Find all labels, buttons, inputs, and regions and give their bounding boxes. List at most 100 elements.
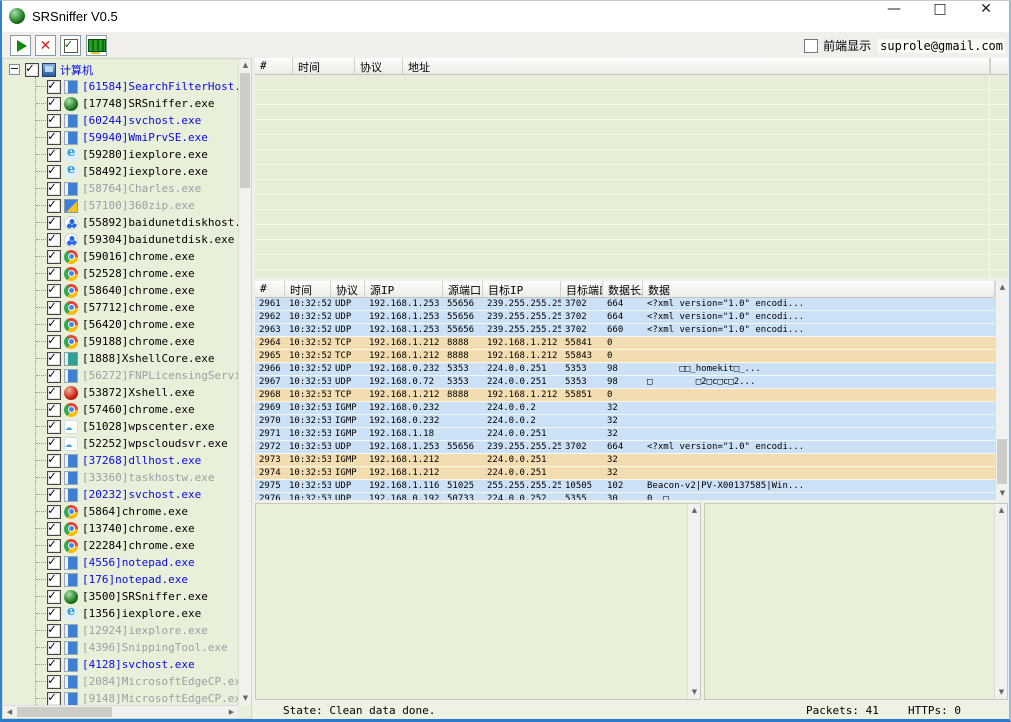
tree-item-row[interactable]: [56420]chrome.exe	[3, 316, 238, 333]
scroll-right-icon[interactable]: ▶	[225, 706, 238, 719]
tree-checkbox[interactable]	[47, 80, 61, 94]
tree-checkbox[interactable]	[47, 148, 61, 162]
detail-panel-left[interactable]: ▲ ▼	[255, 503, 701, 700]
tree-checkbox[interactable]	[47, 624, 61, 638]
packet-row[interactable]: 296110:32:52UDP192.168.1.25355656239.255…	[255, 298, 995, 311]
column-header-9[interactable]: 数据	[643, 281, 995, 298]
column-header-3[interactable]: 协议	[355, 58, 403, 75]
tree-item-row[interactable]: [59280]iexplore.exe	[3, 146, 238, 163]
minimize-button[interactable]: —	[871, 1, 917, 31]
tree-item-row[interactable]: [52252]wpscloudsvr.exe	[3, 435, 238, 452]
tree-vertical-scrollbar[interactable]: ▲ ▼	[238, 59, 251, 705]
tree-checkbox[interactable]	[47, 539, 61, 553]
tree-item-row[interactable]: [1356]iexplore.exe	[3, 605, 238, 622]
front-display-checkbox[interactable]	[804, 39, 818, 53]
tree-checkbox[interactable]	[47, 182, 61, 196]
close-button[interactable]: ✕	[963, 1, 1009, 31]
tree-item-row[interactable]: [37268]dllhost.exe	[3, 452, 238, 469]
tree-item-row[interactable]: [51028]wpscenter.exe	[3, 418, 238, 435]
packet-row[interactable]: 297310:32:53IGMP192.168.1.212224.0.0.251…	[255, 454, 995, 467]
tree-item-row[interactable]: [59304]baidunetdisk.exe	[3, 231, 238, 248]
tree-item-row[interactable]: [52528]chrome.exe	[3, 265, 238, 282]
column-header-2[interactable]: 时间	[285, 281, 331, 298]
tree-item-row[interactable]: [12924]iexplore.exe	[3, 622, 238, 639]
tree-checkbox[interactable]	[25, 63, 39, 77]
packet-vscroll-thumb[interactable]	[997, 439, 1007, 484]
tree-checkbox[interactable]	[47, 165, 61, 179]
tree-item-row[interactable]: [59016]chrome.exe	[3, 248, 238, 265]
column-header-6[interactable]: 目标IP	[483, 281, 561, 298]
tree-item-row[interactable]: [58492]iexplore.exe	[3, 163, 238, 180]
tree-item-row[interactable]: [20232]svchost.exe	[3, 486, 238, 503]
column-header-1[interactable]: #	[255, 281, 285, 298]
tree-checkbox[interactable]	[47, 556, 61, 570]
tree-checkbox[interactable]	[47, 573, 61, 587]
tree-checkbox[interactable]	[47, 233, 61, 247]
packet-row[interactable]: 297010:32:53IGMP192.168.0.232224.0.0.232	[255, 415, 995, 428]
tree-hscroll-thumb[interactable]	[17, 707, 112, 717]
packet-row[interactable]: 296210:32:52UDP192.168.1.25355656239.255…	[255, 311, 995, 324]
tree-item-row[interactable]: [176]notepad.exe	[3, 571, 238, 588]
scroll-down-icon[interactable]: ▼	[996, 487, 1009, 500]
tree-horizontal-scrollbar[interactable]: ◀ ▶	[3, 705, 238, 718]
packet-row[interactable]: 296310:32:52UDP192.168.1.25355656239.255…	[255, 324, 995, 337]
tree-item-row[interactable]: [61584]SearchFilterHost.ex	[3, 78, 238, 95]
packet-row[interactable]: 296510:32:52TCP192.168.1.2128888192.168.…	[255, 350, 995, 363]
collapse-icon[interactable]	[9, 64, 20, 75]
tree-item-row[interactable]: [9148]MicrosoftEdgeCP.exe	[3, 690, 238, 705]
tree-item-row[interactable]: [4556]notepad.exe	[3, 554, 238, 571]
tree-checkbox[interactable]	[47, 335, 61, 349]
packet-row[interactable]: 297110:32:53IGMP192.168.1.18224.0.0.2513…	[255, 428, 995, 441]
packet-row[interactable]: 296910:32:53IGMP192.168.0.232224.0.0.232	[255, 402, 995, 415]
packet-row[interactable]: 296810:32:53TCP192.168.1.2128888192.168.…	[255, 389, 995, 402]
tree-checkbox[interactable]	[47, 658, 61, 672]
tree-item-row[interactable]: [58764]Charles.exe	[3, 180, 238, 197]
detail-panel-right[interactable]: ▲ ▼	[704, 503, 1008, 700]
scroll-up-icon[interactable]: ▲	[688, 504, 701, 517]
tree-item-row[interactable]: [55892]baidunetdiskhost.ex	[3, 214, 238, 231]
tree-item-row[interactable]: [5864]chrome.exe	[3, 503, 238, 520]
tree-item-row[interactable]: [56272]FNPLicensingService	[3, 367, 238, 384]
tree-item-row[interactable]: [57100]360zip.exe	[3, 197, 238, 214]
tree-item-row[interactable]: [22284]chrome.exe	[3, 537, 238, 554]
tree-checkbox[interactable]	[47, 437, 61, 451]
scroll-down-icon[interactable]: ▼	[688, 686, 701, 699]
detail-right-scrollbar[interactable]: ▲ ▼	[994, 504, 1007, 699]
tree-item-row[interactable]: [57712]chrome.exe	[3, 299, 238, 316]
tree-checkbox[interactable]	[47, 284, 61, 298]
tree-checkbox[interactable]	[47, 488, 61, 502]
scroll-up-icon[interactable]: ▲	[239, 59, 252, 72]
tree-checkbox[interactable]	[47, 352, 61, 366]
tree-item-row[interactable]: [4396]SnippingTool.exe	[3, 639, 238, 656]
packet-row[interactable]: 297210:32:53UDP192.168.1.25355656239.255…	[255, 441, 995, 454]
tree-item-row[interactable]: [59940]WmiPrvSE.exe	[3, 129, 238, 146]
tree-checkbox[interactable]	[47, 199, 61, 213]
tree-checkbox[interactable]	[47, 522, 61, 536]
tree-item-row[interactable]: [57460]chrome.exe	[3, 401, 238, 418]
tree-checkbox[interactable]	[47, 318, 61, 332]
scroll-up-icon[interactable]: ▲	[996, 281, 1009, 294]
column-header-4[interactable]: 地址	[403, 58, 990, 75]
tree-item-row[interactable]: [13740]chrome.exe	[3, 520, 238, 537]
tree-checkbox[interactable]	[47, 114, 61, 128]
packet-row[interactable]: 297410:32:53IGMP192.168.1.212224.0.0.251…	[255, 467, 995, 480]
tree-checkbox[interactable]	[47, 403, 61, 417]
tree-checkbox[interactable]	[47, 471, 61, 485]
tree-checkbox[interactable]	[47, 267, 61, 281]
tree-item-row[interactable]: [3500]SRSniffer.exe	[3, 588, 238, 605]
tree-checkbox[interactable]	[47, 607, 61, 621]
tree-checkbox[interactable]	[47, 386, 61, 400]
network-adapter-button[interactable]	[86, 35, 107, 56]
scroll-up-icon[interactable]: ▲	[995, 504, 1008, 517]
tree-root-computer[interactable]: 计算机	[3, 61, 238, 78]
column-header-1[interactable]: #	[255, 58, 293, 75]
tree-checkbox[interactable]	[47, 505, 61, 519]
maximize-button[interactable]: □	[917, 1, 963, 31]
tree-checkbox[interactable]	[47, 454, 61, 468]
tree-checkbox[interactable]	[47, 216, 61, 230]
address-table-body[interactable]	[255, 75, 990, 278]
tree-checkbox[interactable]	[47, 420, 61, 434]
tree-item-row[interactable]: [1888]XshellCore.exe	[3, 350, 238, 367]
tree-checkbox[interactable]	[47, 131, 61, 145]
tree-checkbox[interactable]	[47, 369, 61, 383]
